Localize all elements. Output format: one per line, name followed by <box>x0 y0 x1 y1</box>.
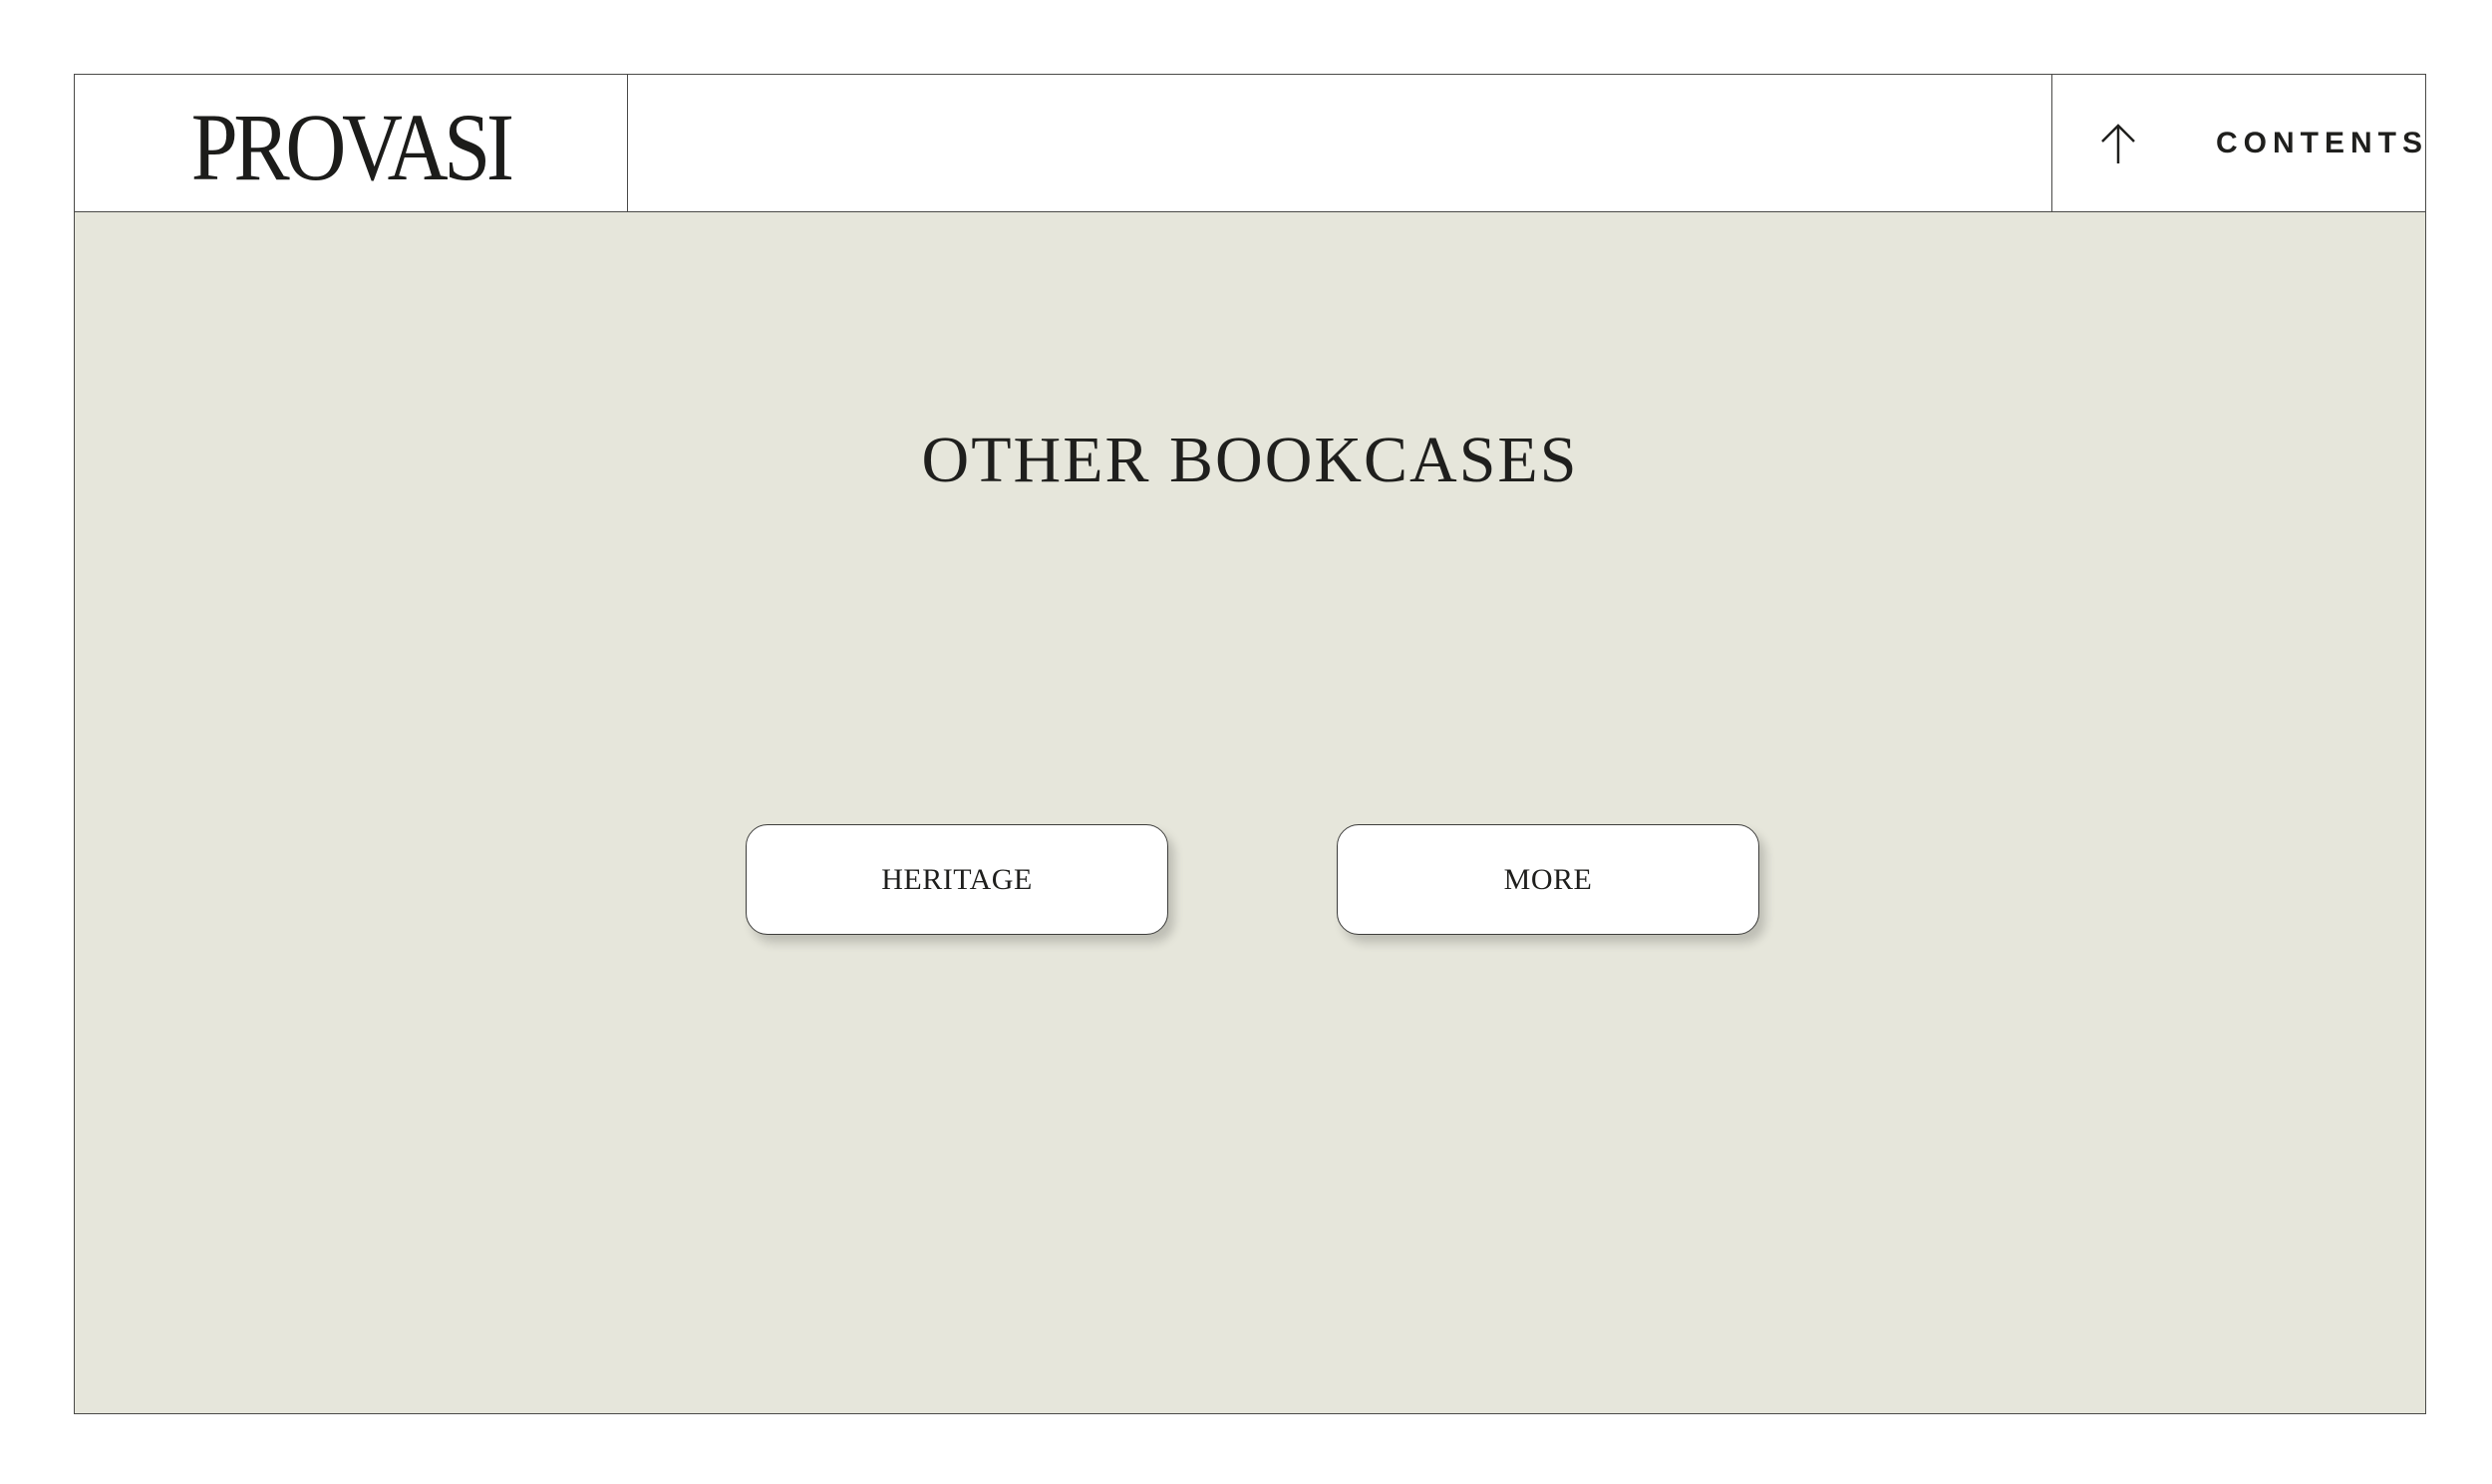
page-title: OTHER BOOKCASES <box>921 424 1579 496</box>
more-button[interactable]: MORE <box>1337 824 1759 935</box>
contents-label: CONTENTS <box>2216 126 2428 159</box>
brand-logo[interactable]: PROVASI <box>191 99 514 195</box>
contents-button[interactable]: CONTENTS <box>2051 75 2425 211</box>
main-content: OTHER BOOKCASES HERITAGE MORE <box>75 212 2425 1413</box>
heritage-button[interactable]: HERITAGE <box>746 824 1168 935</box>
header-bar: PROVASI CONTENTS <box>75 75 2425 212</box>
logo-cell: PROVASI <box>75 75 628 211</box>
page-frame: PROVASI CONTENTS OTHER BOOKCASES HERITAG… <box>74 74 2426 1414</box>
arrow-up-icon <box>2098 122 2138 165</box>
